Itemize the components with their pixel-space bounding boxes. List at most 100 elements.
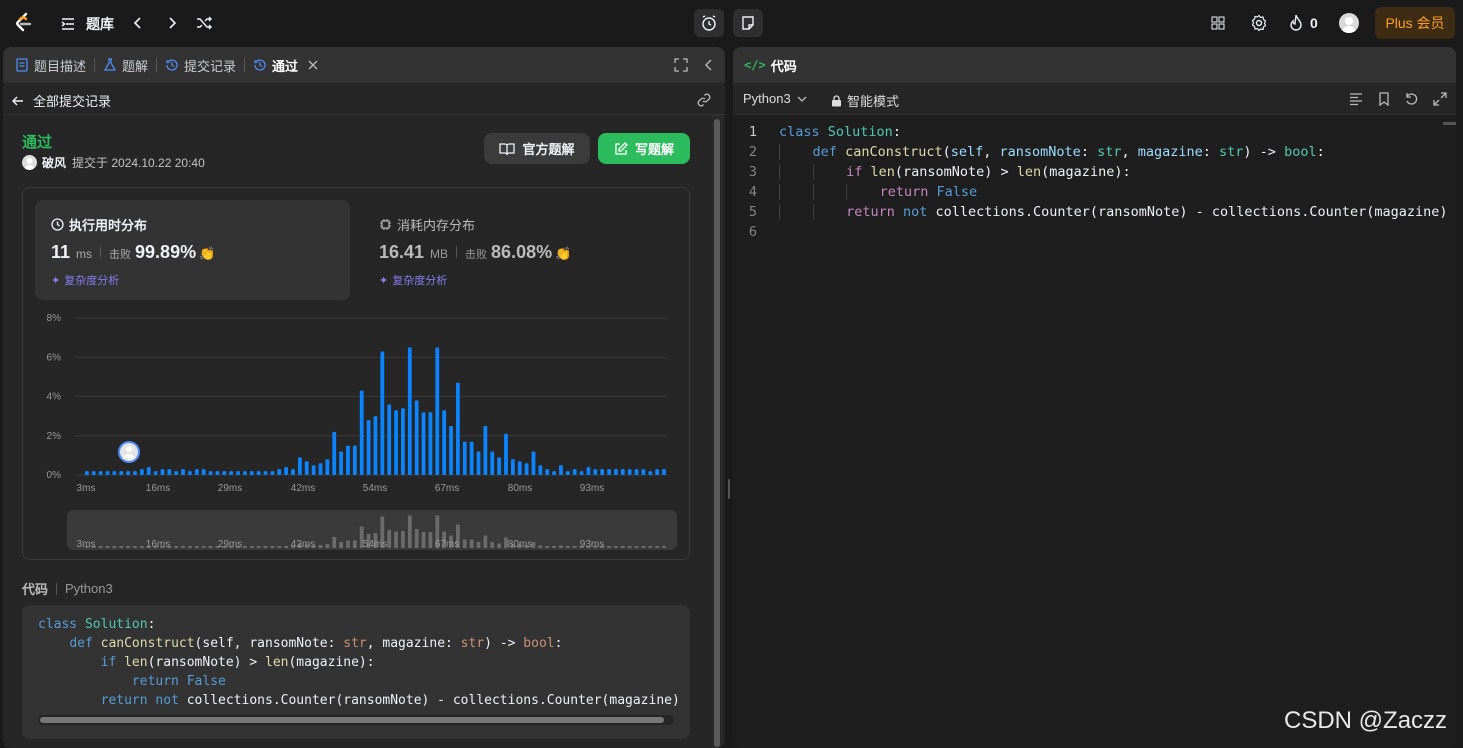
overview-bar — [201, 546, 206, 548]
distribution-bar — [600, 469, 605, 475]
overview-bar — [256, 546, 261, 548]
bookmark-icon[interactable] — [1377, 92, 1391, 106]
distribution-bar — [469, 441, 474, 475]
prev-problem-icon[interactable] — [130, 15, 146, 31]
distribution-bar — [325, 459, 330, 475]
panel-resize-handle[interactable] — [726, 47, 732, 748]
tab-accepted[interactable]: 通过 — [245, 47, 326, 83]
sparkle-icon: ✦ — [51, 274, 61, 287]
write-solution-button[interactable]: 写题解 — [598, 133, 690, 164]
user-avatar[interactable] — [1339, 13, 1359, 33]
distribution-bar — [620, 469, 625, 475]
runtime-card[interactable]: 执行用时分布 11 ms 击败 99.89% 👏 ✦ 复杂度分析 — [35, 200, 350, 300]
runtime-title-row: 执行用时分布 — [51, 215, 147, 234]
overview-bar — [641, 546, 646, 548]
chip-icon — [380, 219, 391, 230]
language-select[interactable]: Python3 — [743, 91, 807, 106]
layout-grid-icon[interactable] — [1210, 15, 1226, 31]
timer-button[interactable] — [694, 9, 724, 37]
collapse-panel-icon[interactable] — [702, 58, 716, 72]
username[interactable]: 破风 — [42, 154, 66, 171]
overview-bar — [112, 546, 117, 548]
leetcode-logo-icon[interactable] — [12, 11, 36, 35]
distribution-bar — [545, 469, 550, 475]
distribution-bar — [284, 467, 289, 475]
tab-label: 通过 — [272, 58, 299, 74]
list-icon — [61, 18, 74, 30]
distribution-bar — [236, 471, 240, 475]
distribution-bar — [414, 400, 419, 475]
next-problem-icon[interactable] — [164, 15, 180, 31]
code-lang: Python3 — [65, 581, 113, 596]
overview-bar — [627, 546, 632, 548]
fullscreen-icon[interactable] — [674, 58, 688, 72]
overview-bar — [552, 546, 556, 548]
code-hscroll-thumb[interactable] — [40, 717, 664, 723]
distribution-bar — [359, 390, 364, 475]
memory-analysis-link[interactable]: ✦ 复杂度分析 — [379, 272, 447, 288]
distribution-bar — [634, 469, 639, 475]
left-tab-bar: 题目描述 题解 提交记录 通过 — [3, 47, 725, 83]
tab-label: 题解 — [122, 58, 149, 74]
smart-mode-toggle[interactable]: 智能模式 — [831, 91, 899, 110]
memory-card[interactable]: 消耗内存分布 16.41 MB 击败 86.08% 👏 ✦ 复杂度分析 — [363, 200, 678, 300]
overview-bar — [607, 546, 611, 548]
official-solution-button[interactable]: 官方题解 — [484, 133, 590, 164]
distribution-bar — [662, 469, 666, 475]
distribution-bar — [407, 347, 412, 475]
format-icon[interactable] — [1349, 92, 1363, 106]
memory-unit: MB — [430, 247, 449, 261]
plus-membership-button[interactable]: Plus 会员 — [1375, 7, 1455, 39]
distribution-bar — [263, 471, 268, 475]
tab-solutions[interactable]: 题解 — [95, 47, 156, 83]
runtime-distribution-chart[interactable]: 0% 2% 4% 6% 8% 3ms 16ms 29ms 42ms 54ms 67ms 80ms 93m… — [23, 303, 689, 559]
code-editor[interactable]: 1 class Solution: 2 def canConstruct(self… — [733, 122, 1456, 242]
official-solution-label: 官方题解 — [522, 142, 575, 157]
streak-counter[interactable]: 0 — [1288, 14, 1318, 32]
marker-avatar-head — [126, 446, 132, 452]
tab-submissions[interactable]: 提交记录 — [157, 47, 244, 83]
code-line: 1 class Solution: — [748, 124, 901, 140]
distribution-bar — [648, 471, 653, 475]
notes-button[interactable] — [733, 9, 763, 37]
settings-gear-icon[interactable] — [1250, 14, 1268, 32]
distribution-bar — [366, 420, 371, 475]
history-icon — [254, 59, 266, 71]
reset-icon[interactable] — [1404, 92, 1418, 106]
overview-tick-label: 16ms — [146, 539, 170, 550]
y-tick-label: 0% — [47, 470, 62, 481]
memory-analysis-label: 复杂度分析 — [392, 275, 448, 287]
distribution-bar — [208, 471, 213, 475]
distribution-bar — [291, 469, 295, 475]
document-icon — [16, 58, 28, 72]
back-to-submissions[interactable]: 全部提交记录 — [11, 91, 111, 110]
panel-scrollbar-thumb[interactable] — [714, 119, 720, 747]
sparkle-icon: ✦ — [379, 274, 389, 287]
problem-list-link[interactable]: 题库 — [60, 14, 114, 34]
user-avatar-small[interactable] — [22, 155, 37, 170]
shuffle-icon[interactable] — [196, 15, 212, 31]
top-bar: 题库 0 Plus 会员 — [0, 0, 1463, 46]
tab-description[interactable]: 题目描述 — [3, 47, 94, 83]
overview-bar — [208, 546, 213, 548]
close-tab-icon[interactable] — [308, 60, 318, 70]
distribution-bar — [91, 471, 96, 475]
link-icon[interactable] — [696, 92, 712, 108]
tab-code[interactable]: </> 代码 — [733, 47, 805, 83]
distribution-bar — [538, 465, 543, 475]
editor-toolbar: Python3 智能模式 — [733, 83, 1456, 115]
overview-bar — [339, 542, 343, 548]
distribution-bar — [146, 467, 151, 475]
overview-bar — [181, 546, 185, 548]
runtime-analysis-link[interactable]: ✦ 复杂度分析 — [51, 272, 119, 288]
x-tick-label: 16ms — [146, 483, 170, 494]
overview-tick-label: 29ms — [218, 539, 242, 550]
expand-icon[interactable] — [1433, 92, 1447, 106]
distribution-bar — [181, 469, 185, 475]
distribution-bar — [297, 457, 302, 475]
distribution-bar — [332, 431, 337, 475]
tab-label: 提交记录 — [184, 58, 237, 74]
distribution-bar — [126, 471, 131, 475]
code-line: 2 def canConstruct(self, ransomNote: str… — [748, 144, 1325, 160]
fire-count: 0 — [1310, 15, 1318, 31]
